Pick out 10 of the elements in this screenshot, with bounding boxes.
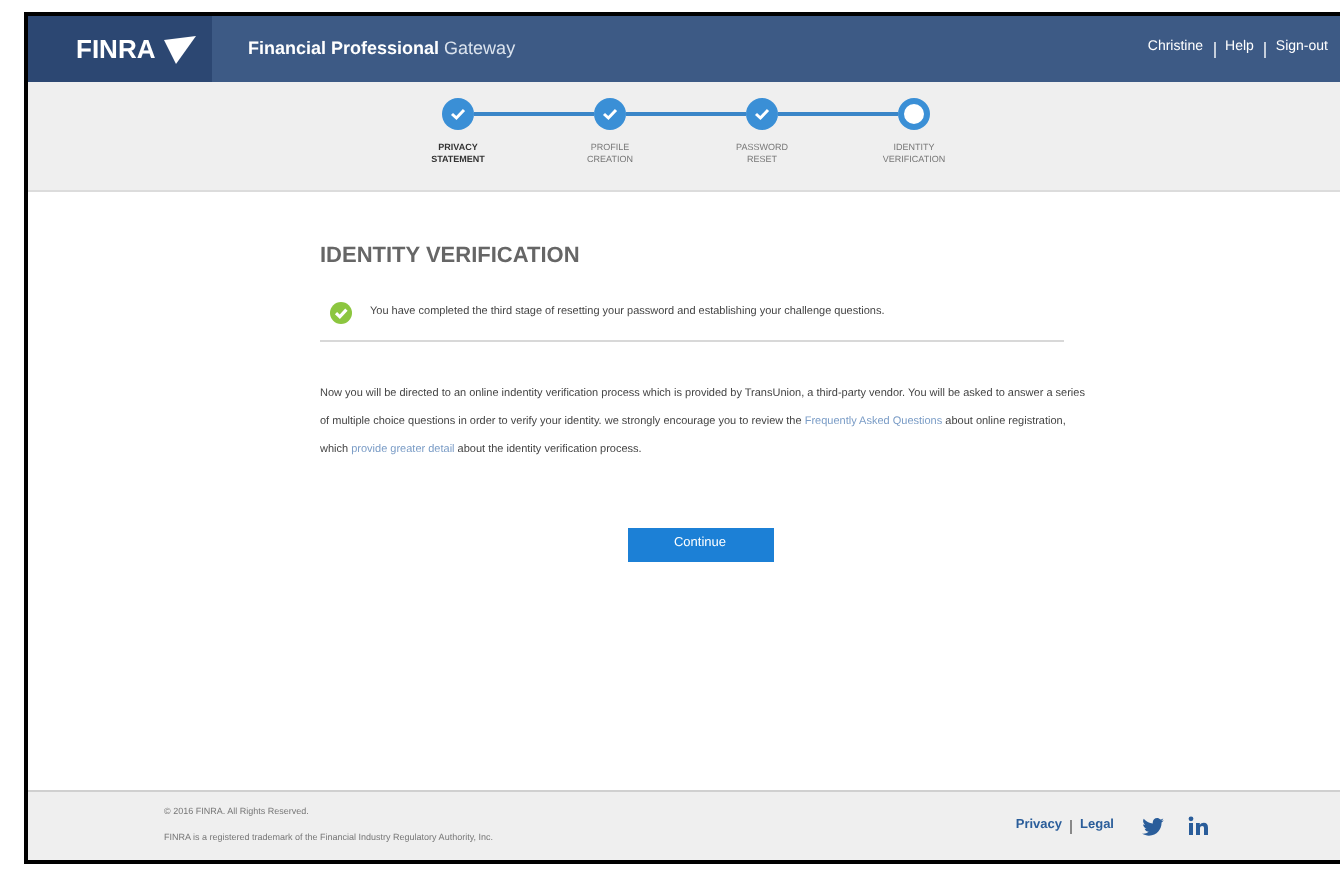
linkedin-icon[interactable] <box>1188 816 1208 836</box>
check-icon <box>754 106 770 122</box>
page-heading: IDENTITY VERIFICATION <box>320 242 582 272</box>
bird-icon[interactable] <box>1142 817 1164 835</box>
app-title: Financial Professional Gateway <box>248 35 516 62</box>
success-check-icon <box>330 301 352 323</box>
check-icon <box>602 106 618 122</box>
logo-text: FINRA <box>76 31 156 68</box>
check-icon <box>450 106 466 122</box>
logo-flag-icon <box>159 35 196 63</box>
